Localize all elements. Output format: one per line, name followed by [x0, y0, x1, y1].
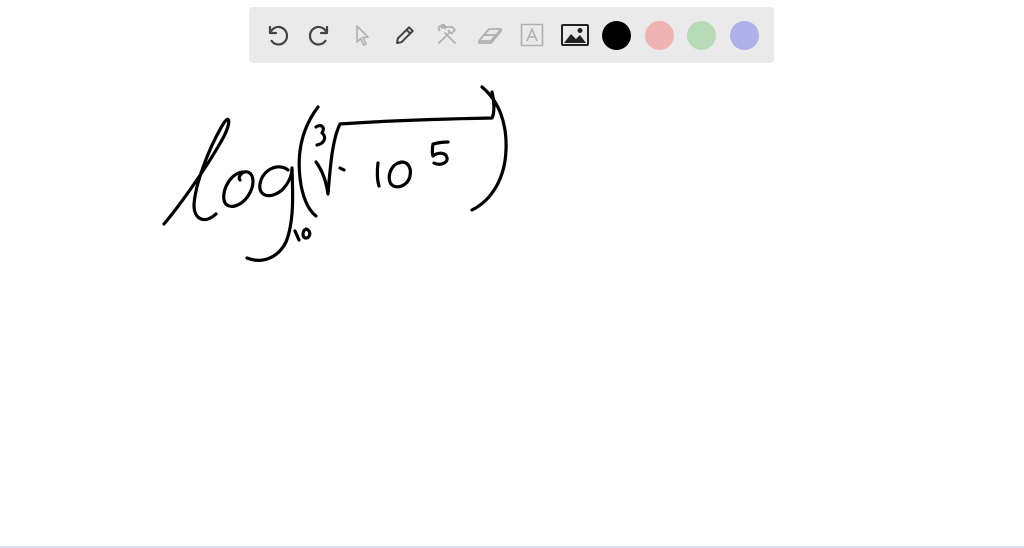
select-pointer-icon [356, 25, 369, 46]
pen-icon [395, 26, 414, 44]
text-button[interactable] [517, 20, 547, 50]
eraser-button[interactable] [475, 20, 505, 50]
drawing-canvas[interactable] [0, 0, 1024, 548]
tools-icon [437, 23, 456, 44]
pen-button[interactable] [390, 20, 420, 50]
ink-stroke-exp-5 [430, 140, 450, 166]
tools-button[interactable] [432, 20, 462, 50]
color-swatch-green[interactable] [687, 20, 716, 50]
color-swatch-blue[interactable] [729, 20, 759, 50]
select-button[interactable] [347, 20, 377, 50]
image-button[interactable] [560, 20, 590, 50]
handwritten-expression [162, 85, 508, 262]
ink-stroke-dot [338, 166, 346, 172]
ink-stroke-o [222, 170, 255, 208]
ink-stroke-digit-1 [375, 161, 381, 188]
whiteboard-page [0, 0, 1024, 548]
ink-stroke-radical [314, 90, 496, 196]
text-icon [520, 23, 544, 47]
ink-stroke-right-paren [470, 85, 508, 212]
ink-stroke-sub-0 [301, 227, 312, 240]
color-swatch-red[interactable] [644, 20, 674, 50]
eraser-icon [477, 28, 502, 44]
color-swatch-black[interactable] [602, 20, 631, 50]
drawing-toolbar [249, 7, 774, 63]
undo-button[interactable] [262, 20, 292, 50]
image-icon [560, 24, 589, 46]
ink-stroke-digit-0 [387, 160, 412, 189]
ink-stroke-index-3 [314, 124, 327, 147]
redo-icon [308, 25, 328, 46]
undo-icon [268, 25, 289, 46]
ink-stroke-l [162, 117, 231, 226]
ink-stroke-sub-1 [293, 229, 301, 242]
redo-button[interactable] [305, 20, 335, 50]
